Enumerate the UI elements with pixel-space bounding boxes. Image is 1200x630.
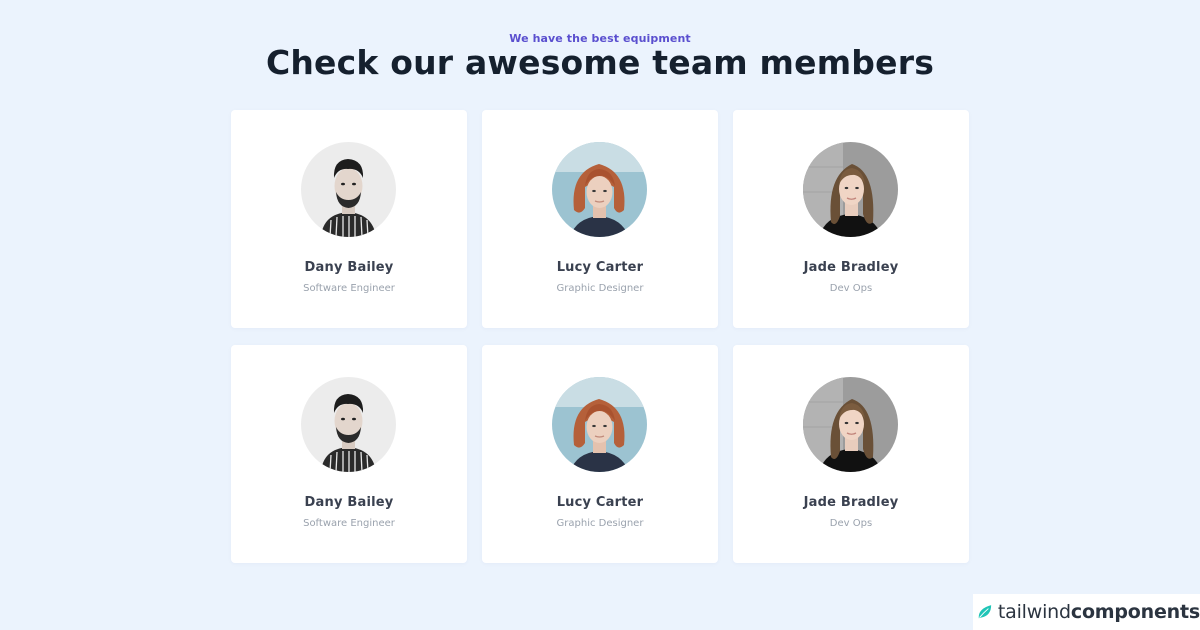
- team-card: Jade Bradley Dev Ops: [733, 345, 969, 563]
- member-role: Graphic Designer: [556, 518, 644, 529]
- team-card: Lucy Carter Graphic Designer: [482, 110, 718, 328]
- member-name: Dany Bailey: [304, 495, 394, 510]
- leaf-icon: [978, 605, 992, 619]
- member-name: Jade Bradley: [803, 495, 899, 510]
- brand-wordmark-light: tailwind: [997, 601, 1071, 623]
- avatar: [301, 377, 396, 472]
- team-grid: Dany Bailey Software Engineer Lucy Carte…: [231, 110, 970, 563]
- brand-wordmark-bold: components: [1070, 601, 1200, 623]
- team-card: Lucy Carter Graphic Designer: [482, 345, 718, 563]
- avatar: [552, 377, 647, 472]
- team-card: Dany Bailey Software Engineer: [231, 110, 467, 328]
- brand-logo[interactable]: tailwindcomponents: [973, 594, 1200, 630]
- team-card: Dany Bailey Software Engineer: [231, 345, 467, 563]
- avatar: [552, 142, 647, 237]
- member-role: Software Engineer: [303, 283, 395, 294]
- avatar: [301, 142, 396, 237]
- team-card: Jade Bradley Dev Ops: [733, 110, 969, 328]
- page-title: Check our awesome team members: [265, 43, 935, 82]
- member-role: Dev Ops: [829, 518, 873, 529]
- avatar: [803, 377, 898, 472]
- member-name: Lucy Carter: [556, 495, 644, 510]
- member-role: Dev Ops: [829, 283, 873, 294]
- avatar: [803, 142, 898, 237]
- member-role: Software Engineer: [303, 518, 395, 529]
- member-name: Jade Bradley: [803, 260, 899, 275]
- member-role: Graphic Designer: [556, 283, 644, 294]
- brand-wordmark: tailwindcomponents: [998, 601, 1200, 623]
- member-name: Dany Bailey: [304, 260, 394, 275]
- member-name: Lucy Carter: [556, 260, 644, 275]
